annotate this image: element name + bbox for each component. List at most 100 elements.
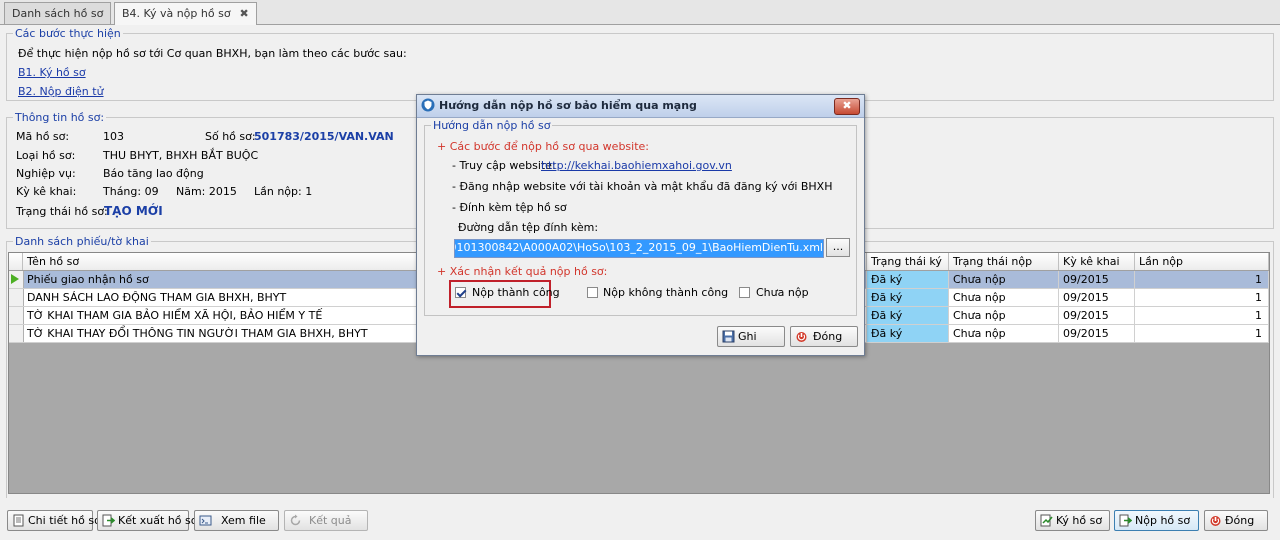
ghi-button[interactable]: Ghi [717,326,785,347]
trang-thai-value: TẠO MỚI [104,204,163,218]
steps-group: Các bước thực hiện [6,27,1274,101]
button-label: Đóng [1225,514,1255,527]
attachment-path-field[interactable]: KBH\Data\0101300842\A000A02\HoSo\103_2_2… [454,239,824,258]
nghiep-vu-value: Báo tăng lao động [103,167,204,180]
list-legend: Danh sách phiếu/tờ khai [15,235,149,248]
sign-icon [1040,514,1053,527]
power-icon [796,332,807,342]
xem-file-button[interactable]: Xem file [194,510,279,531]
lan-nop-value: Lần nộp: 1 [254,185,313,198]
button-label: Ghi [738,330,757,343]
export-icon [102,514,115,527]
button-label: Nộp hồ sơ [1135,514,1191,527]
link-b1-ky-ho-so[interactable]: B1. Ký hồ sơ [18,66,86,79]
current-row-arrow-icon [11,274,19,284]
info-legend: Thông tin hồ sơ: [15,111,105,124]
header-trang-thai-ky[interactable]: Trạng thái ký [867,253,949,270]
dialog-title: Hướng dẫn nộp hồ sơ bảo hiểm qua mạng [439,99,697,112]
button-label: Xem file [221,514,266,527]
fail-label[interactable]: Nộp không thành công [603,286,728,299]
not-submitted-label[interactable]: Chưa nộp [756,286,809,299]
tab-label: Danh sách hồ sơ [12,7,104,20]
ma-ho-so-label: Mã hồ sơ: [16,130,70,143]
steps-legend: Các bước thực hiện [15,27,121,40]
loai-ho-so-label: Loại hồ sơ: [16,149,76,162]
tab-danh-sach-ho-so[interactable]: Danh sách hồ sơ [4,2,112,24]
tab-label: B4. Ký và nộp hồ sơ [122,7,231,20]
cell-trang-thai-ky: Đã ký [867,307,949,324]
button-label: Ký hồ sơ [1056,514,1103,527]
refresh-icon [290,514,301,526]
nam-value: Năm: 2015 [176,185,237,198]
ky-ho-so-button[interactable]: Ký hồ sơ [1035,510,1110,531]
cell-lan-nop: 1 [1135,307,1269,324]
row-header [9,325,24,342]
loai-ho-so-value: THU BHYT, BHXH BẮT BUỘC [103,149,259,162]
browse-button[interactable]: ... [826,238,850,257]
submit-icon [1119,514,1132,527]
cell-trang-thai-ky: Đã ký [867,325,949,342]
cell-ky-ke-khai: 09/2015 [1059,325,1135,342]
cell-trang-thai-nop: Chưa nộp [949,307,1059,324]
step-login: - Đăng nhập website với tài khoản và mật… [452,180,833,193]
attachment-path-value: KBH\Data\0101300842\A000A02\HoSo\103_2_2… [455,241,823,254]
tab-ky-va-nop[interactable]: B4. Ký và nộp hồ sơ ✖ [114,2,257,25]
document-icon [13,514,24,527]
steps-intro: Để thực hiện nộp hồ sơ tới Cơ quan BHXH,… [18,47,407,60]
not-submitted-checkbox[interactable] [739,287,750,298]
row-header [9,307,24,324]
header-indicator [9,253,23,270]
website-link[interactable]: http://kekhai.baohiemxahoi.gov.vn [541,159,732,172]
cell-lan-nop: 1 [1135,325,1269,342]
nghiep-vu-label: Nghiệp vụ: [16,167,76,180]
so-ho-so-label: Số hồ sơ: [205,130,256,143]
cell-lan-nop: 1 [1135,289,1269,306]
header-lan-nop[interactable]: Lần nộp [1135,253,1269,270]
close-icon[interactable]: ✖ [240,7,249,20]
cell-trang-thai-ky: Đã ký [867,271,949,288]
row-header [9,271,24,288]
confirm-heading: + Xác nhận kết quả nộp hồ sơ: [437,265,608,278]
insurance-shield-icon [421,98,435,112]
dialog-close-button[interactable]: ✖ [834,98,860,115]
dialog-dong-button[interactable]: Đóng [790,326,858,347]
button-label: Chi tiết hồ sơ [28,514,101,527]
thang-value: Tháng: 09 [103,185,159,198]
cell-ky-ke-khai: 09/2015 [1059,307,1135,324]
button-label: Kết quả [309,514,352,527]
cell-ky-ke-khai: 09/2015 [1059,271,1135,288]
dialog-title-bar[interactable]: Hướng dẫn nộp hồ sơ bảo hiểm qua mạng ✖ [417,95,864,118]
so-ho-so-value: 501783/2015/VAN.VAN [254,130,394,143]
nop-ho-so-button[interactable]: Nộp hồ sơ [1114,510,1199,531]
button-label: Kết xuất hồ sơ [118,514,198,527]
cell-ky-ke-khai: 09/2015 [1059,289,1135,306]
guide-legend: Hướng dẫn nộp hồ sơ [433,119,551,132]
row-header [9,289,24,306]
cell-trang-thai-nop: Chưa nộp [949,325,1059,342]
trang-thai-label: Trạng thái hồ sơ: [16,205,108,218]
step-attach: - Đính kèm tệp hồ sơ [452,201,567,214]
steps-heading: + Các bước để nộp hồ sơ qua website: [437,140,650,153]
submission-guide-dialog: Hướng dẫn nộp hồ sơ bảo hiểm qua mạng ✖ … [416,94,865,356]
ky-ke-khai-label: Kỳ kê khai: [16,185,77,198]
path-label: Đường dẫn tệp đính kèm: [458,221,599,234]
chi-tiet-ho-so-button[interactable]: Chi tiết hồ sơ [7,510,101,531]
success-label[interactable]: Nộp thành công [472,286,560,299]
save-icon [722,330,735,343]
cell-trang-thai-ky: Đã ký [867,289,949,306]
tab-bar: Danh sách hồ sơ B4. Ký và nộp hồ sơ ✖ [0,0,1280,25]
button-label: Đóng [813,330,843,343]
link-b2-nop-dien-tu[interactable]: B2. Nộp điện tử [18,85,104,98]
fail-checkbox[interactable] [587,287,598,298]
view-file-icon [199,515,212,526]
header-ky-ke-khai[interactable]: Kỳ kê khai [1059,253,1135,270]
power-icon [1210,516,1221,526]
dong-button[interactable]: Đóng [1204,510,1268,531]
success-checkbox[interactable] [455,287,466,298]
ket-qua-button[interactable]: Kết quả [284,510,368,531]
ket-xuat-ho-so-button[interactable]: Kết xuất hồ sơ [97,510,197,531]
ma-ho-so-value: 103 [103,130,124,143]
cell-trang-thai-nop: Chưa nộp [949,271,1059,288]
header-trang-thai-nop[interactable]: Trạng thái nộp [949,253,1059,270]
cell-lan-nop: 1 [1135,271,1269,288]
